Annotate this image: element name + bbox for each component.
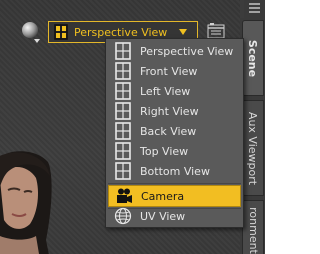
- frame-icon: [115, 162, 131, 180]
- tab-scene[interactable]: Scene: [242, 20, 264, 96]
- menu-item-label: Back View: [140, 124, 197, 138]
- menu-item-label: Right View: [140, 104, 199, 118]
- menu-item-uv-view[interactable]: UV View: [108, 206, 241, 226]
- frame-icon: [54, 24, 68, 40]
- current-view-label: Perspective View: [74, 25, 168, 39]
- menu-item-perspective-view[interactable]: Perspective View: [108, 41, 241, 61]
- chevron-down-icon: [179, 29, 187, 35]
- viewport-window: Perspective View Scene Aux Viewport ronm…: [0, 0, 265, 254]
- tab-environment[interactable]: ronment: [242, 200, 264, 254]
- menu-item-back-view[interactable]: Back View: [108, 121, 241, 141]
- menu-separator: [108, 183, 241, 184]
- menu-item-label: Front View: [140, 64, 198, 78]
- menu-item-label: Bottom View: [140, 164, 210, 178]
- menu-item-label: Left View: [140, 84, 191, 98]
- sphere-icon[interactable]: [20, 20, 42, 44]
- menu-item-bottom-view[interactable]: Bottom View: [108, 161, 241, 181]
- frame-icon: [115, 62, 131, 80]
- menu-item-label: Perspective View: [140, 44, 234, 58]
- menu-item-label: Camera: [141, 189, 185, 203]
- menu-item-right-view[interactable]: Right View: [108, 101, 241, 121]
- menu-item-label: UV View: [140, 209, 186, 223]
- frame-icon: [115, 102, 131, 120]
- tab-scene-label: Scene: [246, 39, 260, 77]
- frame-icon: [115, 122, 131, 140]
- menu-item-label: Top View: [140, 144, 189, 158]
- camera-icon: [117, 188, 132, 203]
- frame-icon: [115, 42, 131, 60]
- menu-item-top-view[interactable]: Top View: [108, 141, 241, 161]
- menu-item-camera[interactable]: Camera: [108, 185, 241, 207]
- frame-icon: [115, 142, 131, 160]
- pane-options-icon[interactable]: [244, 0, 265, 18]
- globe-icon: [114, 207, 132, 225]
- frame-icon: [115, 82, 131, 100]
- view-menu: Perspective View Front View Left View Ri…: [105, 38, 244, 228]
- tab-aux-viewport[interactable]: Aux Viewport: [242, 100, 264, 196]
- tab-environment-label: ronment: [246, 206, 260, 254]
- menu-item-left-view[interactable]: Left View: [108, 81, 241, 101]
- figure-preview: [0, 151, 52, 254]
- menu-item-front-view[interactable]: Front View: [108, 61, 241, 81]
- tab-aux-viewport-label: Aux Viewport: [246, 111, 260, 185]
